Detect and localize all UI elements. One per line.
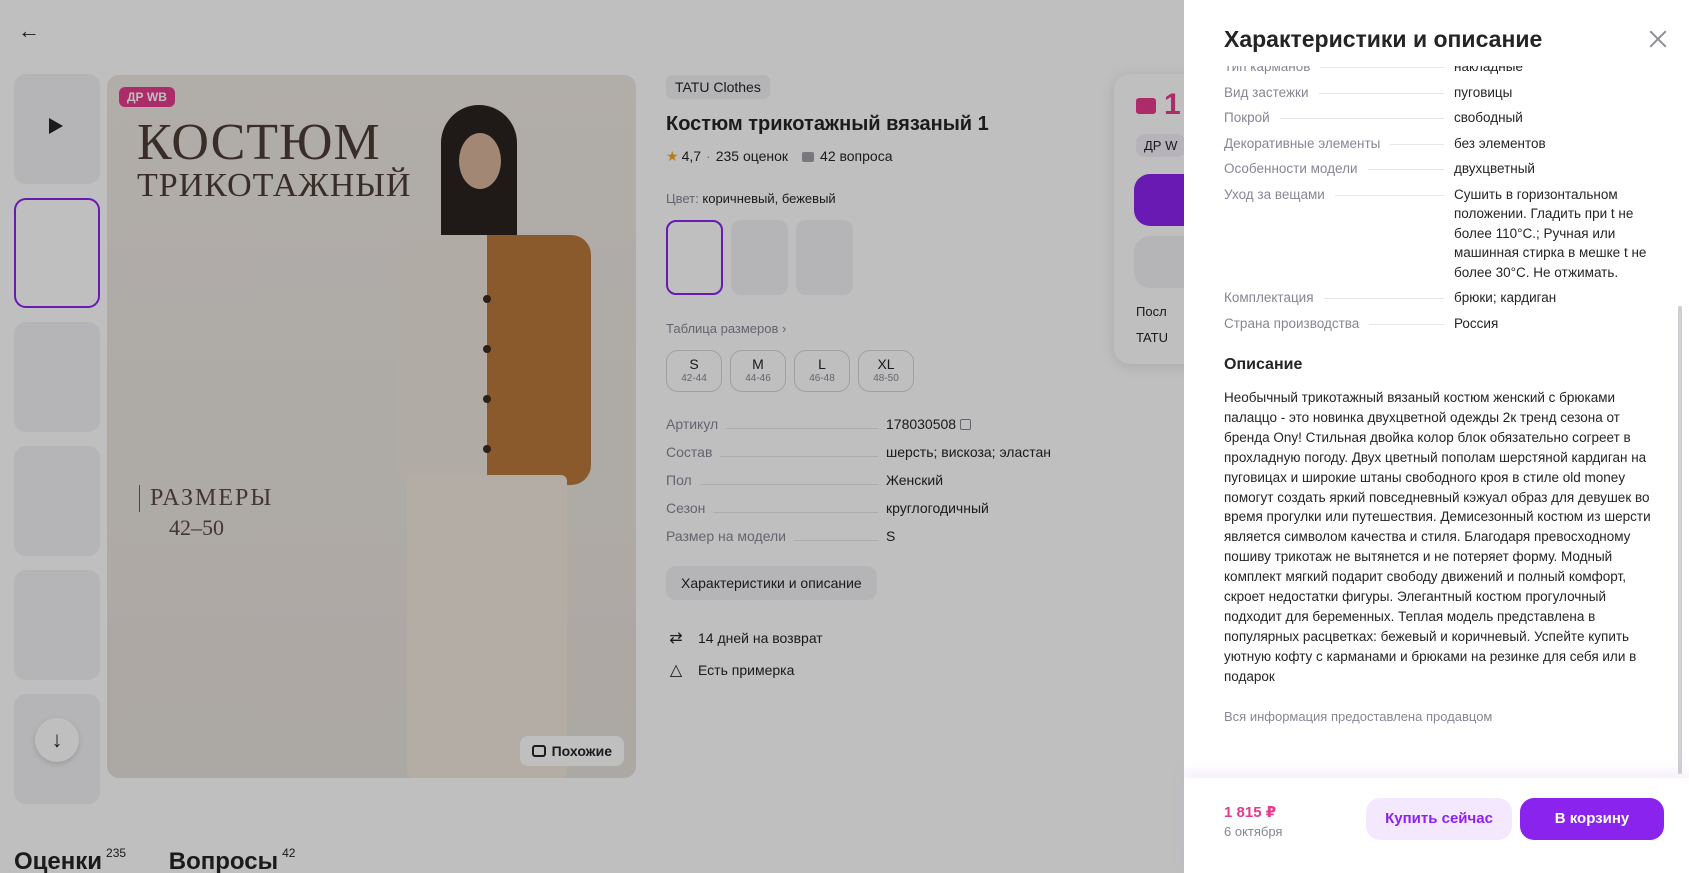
drawer-property-row: Комплектация брюки; кардиган: [1224, 290, 1557, 305]
seller-note: Вся информация предоставлена продавцом: [1224, 708, 1493, 724]
description-title: Описание: [1224, 356, 1303, 373]
close-icon[interactable]: [1647, 28, 1669, 50]
characteristics-drawer: Характеристики и описание Тип карманов на…: [1184, 0, 1689, 873]
drawer-property-row: Особенности модели двухцветный: [1224, 161, 1535, 176]
drawer-property-row: Покрой свободный: [1224, 110, 1523, 125]
drawer-property-row: Вид застежки пуговицы: [1224, 84, 1513, 100]
drawer-scroll-area[interactable]: Тип карманов накладные Вид застежки пугови…: [1224, 66, 1654, 776]
drawer-property-row: Уход за вещами Сушить в горизонтальном по…: [1224, 186, 1647, 280]
buy-now-button[interactable]: Купить сейчас: [1366, 798, 1512, 840]
footer-price: 1 815 ₽: [1224, 804, 1277, 821]
description-text: Необычный трикотажный вязаный костюм жен…: [1224, 390, 1651, 684]
drawer-property-row: Декоративные элементы без элементов: [1224, 135, 1546, 151]
drawer-property-row: Тип карманов накладные: [1224, 66, 1523, 74]
drawer-property-row: Страна производства Россия: [1224, 315, 1499, 331]
drawer-title: Характеристики и описание: [1224, 26, 1543, 52]
add-to-cart-button[interactable]: В корзину: [1520, 798, 1664, 840]
drawer-footer: 1 815 ₽ 6 октября Купить сейчас В корзин…: [1184, 778, 1689, 873]
scrollbar[interactable]: [1678, 306, 1682, 774]
delivery-date: 6 октября: [1224, 824, 1283, 839]
